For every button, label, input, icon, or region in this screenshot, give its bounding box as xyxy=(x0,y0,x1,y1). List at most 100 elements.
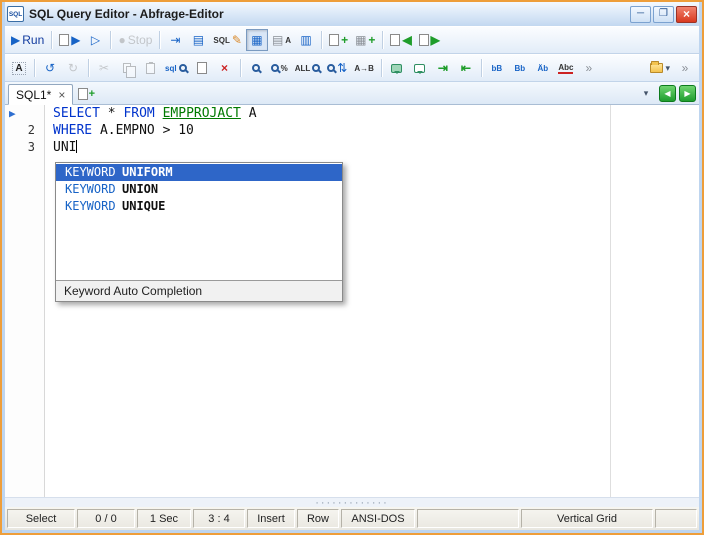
font-button[interactable]: A xyxy=(8,57,30,79)
status-grid-mode: Vertical Grid xyxy=(521,509,653,528)
find-all-button[interactable]: ALL xyxy=(292,57,324,79)
new-doc-icon xyxy=(329,34,340,46)
grid-icon: ▦ xyxy=(355,33,367,47)
new-query-button[interactable]: + xyxy=(326,29,351,51)
document-icon xyxy=(196,62,207,74)
explain-plan-button[interactable]: ▤ xyxy=(187,29,209,51)
next-tab-button[interactable]: ▶ xyxy=(679,85,696,102)
maximize-button[interactable]: ❐ xyxy=(653,5,674,23)
outdent-icon: ⇤ xyxy=(460,61,471,75)
code-line-1: SELECT * FROM EMPPROJACT A xyxy=(53,106,257,121)
text-view-button[interactable]: ▤ A xyxy=(269,29,294,51)
paste-icon xyxy=(145,61,155,74)
chevron-icon: » xyxy=(681,61,689,75)
gutter-row: 2 xyxy=(27,123,35,137)
toolbar-execute: ▶ Run ▶ ▷ ● Stop ⇥ ▤ SQL ✎ ▦ ▤ A ▥ + ▦ +… xyxy=(5,26,699,54)
lowercase-button[interactable]: bB xyxy=(486,57,508,79)
cut-button[interactable]: ✂ xyxy=(93,57,115,79)
sql-check-icon: sql xyxy=(165,63,177,73)
umlaut-case-button[interactable]: Äb xyxy=(532,57,554,79)
stop-icon: ● xyxy=(118,33,126,47)
document-button[interactable] xyxy=(191,57,213,79)
delete-icon: × xyxy=(221,61,229,75)
copy-icon xyxy=(123,63,136,78)
tab-sql1[interactable]: SQL1* × xyxy=(8,84,74,105)
separator xyxy=(88,59,89,77)
chart-view-button[interactable]: ▥ xyxy=(295,29,317,51)
pencil-icon: ✎ xyxy=(231,33,242,47)
tab-list-dropdown-button[interactable]: ▾ xyxy=(636,84,656,103)
autocomplete-item[interactable]: KEYWORD UNIQUE xyxy=(56,198,342,215)
separator xyxy=(159,31,161,49)
snippet-folder-button[interactable]: ▾ xyxy=(647,57,673,79)
autocomplete-item[interactable]: KEYWORD UNION xyxy=(56,181,342,198)
status-extra xyxy=(655,509,697,528)
redo-icon: ↻ xyxy=(67,61,79,75)
comment-button[interactable] xyxy=(386,57,408,79)
indent-icon: ⇥ xyxy=(437,61,448,75)
cut-icon: ✂ xyxy=(98,61,110,75)
run-script-button[interactable]: ▶ xyxy=(56,29,83,51)
delete-button[interactable]: × xyxy=(214,57,236,79)
new-tab-doc-icon xyxy=(77,87,88,100)
titlebar[interactable]: SQL SQL Query Editor - Abfrage-Editor ─ … xyxy=(5,2,699,26)
prev-result-button[interactable]: ◀ xyxy=(387,29,414,51)
updown-icon: ⇅ xyxy=(337,61,348,75)
all-icon: ALL xyxy=(294,63,311,73)
indent-button[interactable]: ⇥ xyxy=(432,57,454,79)
sql-editor[interactable]: ▶ 2 3 SELECT * FROM EMPPROJACT A WHERE A… xyxy=(5,105,699,497)
replace-button[interactable]: A→B xyxy=(351,57,377,79)
stop-button[interactable]: ● Stop xyxy=(115,29,155,51)
zoom-percent-button[interactable]: % xyxy=(268,57,291,79)
magnifier-icon xyxy=(312,64,321,72)
text-caret xyxy=(76,140,78,153)
autocomplete-popup: KEYWORD UNIFORM KEYWORD UNION KEYWORD UN… xyxy=(55,162,343,302)
toolbar-overflow-button[interactable]: » xyxy=(578,57,600,79)
uppercase-button[interactable]: Bb xyxy=(509,57,531,79)
status-row-mode: Row xyxy=(297,509,339,528)
redo-button[interactable]: ↻ xyxy=(62,57,84,79)
step-run-icon: ▷ xyxy=(90,33,101,47)
paste-button[interactable] xyxy=(139,57,161,79)
line-number-gutter[interactable]: ▶ 2 3 xyxy=(5,105,45,497)
grid-view-button[interactable]: ▦ xyxy=(245,29,268,51)
capitalize-button[interactable]: Abc xyxy=(555,57,577,79)
step-run-button[interactable]: ▷ xyxy=(84,29,106,51)
copy-button[interactable] xyxy=(116,57,138,79)
undo-button[interactable]: ↺ xyxy=(39,57,61,79)
magnifier-icon xyxy=(327,64,336,72)
code-line-3: UNI xyxy=(53,140,78,155)
run-button[interactable]: ▶ Run xyxy=(8,29,47,51)
replace-icon: A→B xyxy=(354,63,374,73)
find-next-prev-button[interactable]: ⇅ xyxy=(324,57,350,79)
run-to-cursor-icon: ⇥ xyxy=(170,33,181,47)
uncomment-button[interactable] xyxy=(409,57,431,79)
status-bar: Select 0 / 0 1 Sec 3 : 4 Insert Row ANSI… xyxy=(5,507,699,530)
find-button[interactable] xyxy=(245,57,267,79)
prev-tab-button[interactable]: ◀ xyxy=(659,85,676,102)
magnifier-icon xyxy=(270,64,279,72)
run-to-cursor-button[interactable]: ⇥ xyxy=(164,29,186,51)
close-button[interactable]: × xyxy=(676,5,697,23)
sql-check-button[interactable]: sql xyxy=(162,57,190,79)
splitter-grip-icon: ············· xyxy=(315,496,389,509)
sql-builder-button[interactable]: SQL ✎ xyxy=(210,29,245,51)
code-area[interactable]: SELECT * FROM EMPPROJACT A WHERE A.EMPNO… xyxy=(53,105,699,156)
tab-close-icon[interactable]: × xyxy=(58,89,65,101)
table-name: EMPPROJACT xyxy=(162,106,241,121)
chart-view-icon: ▥ xyxy=(300,33,312,47)
chevron-icon: » xyxy=(585,61,593,75)
next-result-button[interactable]: ▶ xyxy=(416,29,443,51)
new-tab-button[interactable]: + xyxy=(76,84,96,103)
separator xyxy=(51,31,53,49)
new-grid-button[interactable]: ▦ + xyxy=(352,29,378,51)
comment-icon xyxy=(391,63,403,74)
toolbar-overflow2-button[interactable]: » xyxy=(674,57,696,79)
autocomplete-list[interactable]: KEYWORD UNIFORM KEYWORD UNION KEYWORD UN… xyxy=(56,163,342,280)
outdent-button[interactable]: ⇤ xyxy=(455,57,477,79)
plus-icon: + xyxy=(88,87,96,100)
app-icon: SQL xyxy=(7,6,24,22)
autocomplete-item[interactable]: KEYWORD UNIFORM xyxy=(56,164,342,181)
minimize-button[interactable]: ─ xyxy=(630,5,651,23)
horizontal-splitter[interactable]: ············· xyxy=(5,496,699,509)
